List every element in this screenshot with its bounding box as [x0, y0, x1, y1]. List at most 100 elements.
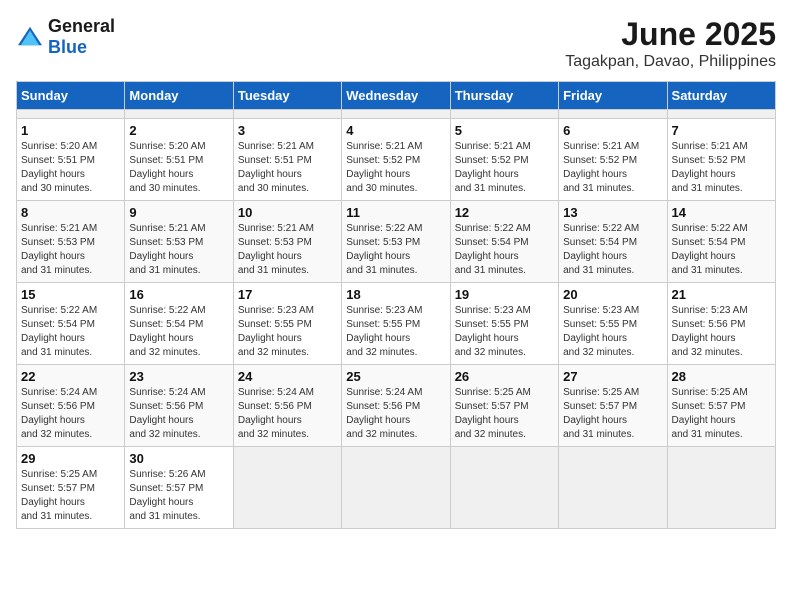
calendar-week-5: 29Sunrise: 5:25 AMSunset: 5:57 PMDayligh… — [17, 447, 776, 529]
calendar-cell: 20 Sunrise: 5:23 AMSunset: 5:55 PMDayligh… — [559, 283, 667, 365]
day-info: Sunrise: 5:20 AMSunset: 5:51 PMDaylight … — [129, 140, 228, 196]
day-info: Sunrise: 5:21 AMSunset: 5:53 PMDaylight … — [238, 222, 337, 278]
calendar-cell: 26 Sunrise: 5:25 AMSunset: 5:57 PMDayligh… — [450, 365, 558, 447]
day-number: 6 — [563, 123, 662, 138]
logo-blue: Blue — [48, 37, 87, 57]
day-info: Sunrise: 5:21 AMSunset: 5:52 PMDaylight … — [455, 140, 554, 196]
day-info: Sunrise: 5:25 AMSunset: 5:57 PMDaylight … — [563, 386, 662, 442]
day-number: 26 — [455, 369, 554, 384]
calendar-cell: 30 Sunrise: 5:26 AMSunset: 5:57 PMDayligh… — [125, 447, 233, 529]
day-number: 14 — [672, 205, 771, 220]
day-number: 25 — [346, 369, 445, 384]
day-number: 30 — [129, 451, 228, 466]
day-info: Sunrise: 5:21 AMSunset: 5:53 PMDaylight … — [21, 222, 120, 278]
calendar-cell: 14 Sunrise: 5:22 AMSunset: 5:54 PMDayligh… — [667, 201, 775, 283]
day-info: Sunrise: 5:25 AMSunset: 5:57 PMDaylight … — [21, 468, 120, 524]
day-info: Sunrise: 5:23 AMSunset: 5:55 PMDaylight … — [238, 304, 337, 360]
day-info: Sunrise: 5:21 AMSunset: 5:51 PMDaylight … — [238, 140, 337, 196]
day-info: Sunrise: 5:23 AMSunset: 5:55 PMDaylight … — [346, 304, 445, 360]
calendar-cell — [559, 447, 667, 529]
day-info: Sunrise: 5:21 AMSunset: 5:53 PMDaylight … — [129, 222, 228, 278]
calendar-cell: 1Sunrise: 5:20 AMSunset: 5:51 PMDaylight… — [17, 119, 125, 201]
header-friday: Friday — [559, 82, 667, 110]
day-info: Sunrise: 5:22 AMSunset: 5:54 PMDaylight … — [563, 222, 662, 278]
logo-general: General — [48, 16, 115, 36]
calendar-cell: 3 Sunrise: 5:21 AMSunset: 5:51 PMDaylight… — [233, 119, 341, 201]
calendar-cell — [450, 447, 558, 529]
calendar-cell — [342, 447, 450, 529]
calendar-week-4: 22 Sunrise: 5:24 AMSunset: 5:56 PMDayligh… — [17, 365, 776, 447]
calendar-header-row: SundayMondayTuesdayWednesdayThursdayFrid… — [17, 82, 776, 110]
day-info: Sunrise: 5:24 AMSunset: 5:56 PMDaylight … — [21, 386, 120, 442]
calendar-cell: 22 Sunrise: 5:24 AMSunset: 5:56 PMDayligh… — [17, 365, 125, 447]
calendar-cell — [233, 447, 341, 529]
calendar-cell: 16 Sunrise: 5:22 AMSunset: 5:54 PMDayligh… — [125, 283, 233, 365]
header-wednesday: Wednesday — [342, 82, 450, 110]
title-area: June 2025 Tagakpan, Davao, Philippines — [565, 16, 776, 71]
calendar-cell: 18Sunrise: 5:23 AMSunset: 5:55 PMDayligh… — [342, 283, 450, 365]
day-number: 20 — [563, 287, 662, 302]
day-info: Sunrise: 5:22 AMSunset: 5:54 PMDaylight … — [455, 222, 554, 278]
calendar-cell: 27 Sunrise: 5:25 AMSunset: 5:57 PMDayligh… — [559, 365, 667, 447]
calendar-cell: 5 Sunrise: 5:21 AMSunset: 5:52 PMDaylight… — [450, 119, 558, 201]
day-number: 13 — [563, 205, 662, 220]
day-info: Sunrise: 5:22 AMSunset: 5:54 PMDaylight … — [672, 222, 771, 278]
day-number: 3 — [238, 123, 337, 138]
calendar-cell: 7Sunrise: 5:21 AMSunset: 5:52 PMDaylight… — [667, 119, 775, 201]
calendar-cell — [342, 110, 450, 119]
day-info: Sunrise: 5:23 AMSunset: 5:55 PMDaylight … — [563, 304, 662, 360]
logo: General Blue — [16, 16, 115, 58]
day-number: 28 — [672, 369, 771, 384]
calendar-cell: 24Sunrise: 5:24 AMSunset: 5:56 PMDayligh… — [233, 365, 341, 447]
calendar-cell: 25 Sunrise: 5:24 AMSunset: 5:56 PMDayligh… — [342, 365, 450, 447]
day-number: 1 — [21, 123, 120, 138]
day-number: 15 — [21, 287, 120, 302]
day-number: 11 — [346, 205, 445, 220]
day-number: 16 — [129, 287, 228, 302]
day-number: 2 — [129, 123, 228, 138]
calendar-cell: 28 Sunrise: 5:25 AMSunset: 5:57 PMDayligh… — [667, 365, 775, 447]
day-info: Sunrise: 5:24 AMSunset: 5:56 PMDaylight … — [129, 386, 228, 442]
calendar-cell: 2 Sunrise: 5:20 AMSunset: 5:51 PMDaylight… — [125, 119, 233, 201]
day-number: 8 — [21, 205, 120, 220]
calendar-cell: 19 Sunrise: 5:23 AMSunset: 5:55 PMDayligh… — [450, 283, 558, 365]
day-info: Sunrise: 5:23 AMSunset: 5:55 PMDaylight … — [455, 304, 554, 360]
day-number: 19 — [455, 287, 554, 302]
day-info: Sunrise: 5:24 AMSunset: 5:56 PMDaylight … — [238, 386, 337, 442]
calendar-cell — [17, 110, 125, 119]
calendar-cell: 11Sunrise: 5:22 AMSunset: 5:53 PMDayligh… — [342, 201, 450, 283]
calendar-cell: 12Sunrise: 5:22 AMSunset: 5:54 PMDayligh… — [450, 201, 558, 283]
calendar-cell: 9 Sunrise: 5:21 AMSunset: 5:53 PMDaylight… — [125, 201, 233, 283]
calendar-cell: 15Sunrise: 5:22 AMSunset: 5:54 PMDayligh… — [17, 283, 125, 365]
calendar-cell — [559, 110, 667, 119]
header-saturday: Saturday — [667, 82, 775, 110]
day-info: Sunrise: 5:22 AMSunset: 5:54 PMDaylight … — [129, 304, 228, 360]
calendar-table: SundayMondayTuesdayWednesdayThursdayFrid… — [16, 81, 776, 529]
day-number: 17 — [238, 287, 337, 302]
header: General Blue June 2025 Tagakpan, Davao, … — [16, 16, 776, 71]
day-info: Sunrise: 5:21 AMSunset: 5:52 PMDaylight … — [563, 140, 662, 196]
calendar-cell: 13 Sunrise: 5:22 AMSunset: 5:54 PMDayligh… — [559, 201, 667, 283]
day-info: Sunrise: 5:21 AMSunset: 5:52 PMDaylight … — [672, 140, 771, 196]
header-sunday: Sunday — [17, 82, 125, 110]
day-number: 22 — [21, 369, 120, 384]
day-info: Sunrise: 5:25 AMSunset: 5:57 PMDaylight … — [455, 386, 554, 442]
calendar-cell: 23Sunrise: 5:24 AMSunset: 5:56 PMDayligh… — [125, 365, 233, 447]
calendar-week-0 — [17, 110, 776, 119]
header-tuesday: Tuesday — [233, 82, 341, 110]
day-number: 10 — [238, 205, 337, 220]
header-thursday: Thursday — [450, 82, 558, 110]
calendar-cell: 10 Sunrise: 5:21 AMSunset: 5:53 PMDayligh… — [233, 201, 341, 283]
calendar-cell — [450, 110, 558, 119]
day-number: 27 — [563, 369, 662, 384]
day-info: Sunrise: 5:24 AMSunset: 5:56 PMDaylight … — [346, 386, 445, 442]
day-number: 9 — [129, 205, 228, 220]
day-info: Sunrise: 5:25 AMSunset: 5:57 PMDaylight … — [672, 386, 771, 442]
day-info: Sunrise: 5:26 AMSunset: 5:57 PMDaylight … — [129, 468, 228, 524]
logo-icon — [16, 25, 44, 49]
day-number: 5 — [455, 123, 554, 138]
subtitle: Tagakpan, Davao, Philippines — [565, 53, 776, 71]
day-number: 4 — [346, 123, 445, 138]
calendar-cell — [667, 110, 775, 119]
calendar-cell: 6 Sunrise: 5:21 AMSunset: 5:52 PMDaylight… — [559, 119, 667, 201]
